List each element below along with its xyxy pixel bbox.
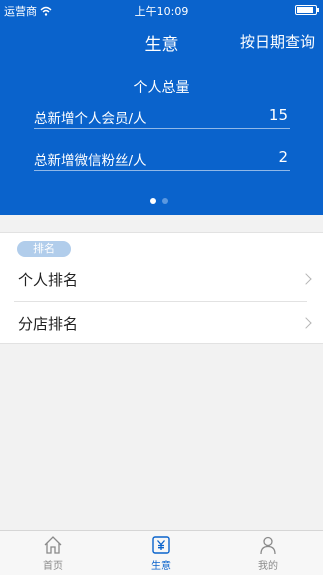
ranking-section: 排名 个人排名 分店排名 — [0, 232, 323, 344]
tab-label: 首页 — [43, 561, 63, 572]
page-dot-active[interactable] — [150, 198, 156, 204]
chevron-right-icon — [300, 273, 312, 285]
ranking-tag: 排名 — [17, 241, 71, 257]
home-icon — [44, 536, 62, 554]
tab-label: 我的 — [258, 561, 278, 572]
status-time: 上午10:09 — [134, 5, 189, 18]
list-item-label: 分店排名 — [18, 315, 79, 333]
summary-value: 15 — [268, 106, 288, 124]
summary-value: 2 — [278, 148, 288, 166]
tab-me[interactable]: 我的 — [238, 534, 298, 572]
summary-title: 个人总量 — [133, 80, 190, 96]
tab-bar: 首页 生意 我的 — [0, 530, 323, 575]
summary-label: 总新增个人会员/人 — [34, 111, 147, 127]
tab-home[interactable]: 首页 — [23, 534, 83, 572]
list-item-label: 个人排名 — [18, 271, 79, 289]
summary-row-members: 总新增个人会员/人 15 — [34, 106, 290, 129]
tab-label: 生意 — [151, 561, 171, 572]
person-icon — [260, 536, 276, 555]
yen-icon — [152, 536, 170, 554]
header-panel: 运营商 上午10:09 生意 按日期查询 个人总量 总新增个人会员/人 15 总… — [0, 0, 323, 215]
page-dot[interactable] — [162, 198, 168, 204]
divider — [14, 301, 307, 302]
summary-row-wechat-fans: 总新增微信粉丝/人 2 — [34, 148, 290, 171]
list-item-personal-ranking[interactable]: 个人排名 — [0, 259, 323, 301]
battery-icon — [295, 5, 319, 15]
page-indicator[interactable] — [150, 198, 168, 204]
list-item-branch-ranking[interactable]: 分店排名 — [0, 303, 323, 345]
tab-business[interactable]: 生意 — [131, 534, 191, 572]
query-by-date-button[interactable]: 按日期查询 — [240, 31, 315, 52]
status-bar: 运营商 上午10:09 — [0, 0, 323, 20]
summary-label: 总新增微信粉丝/人 — [34, 153, 147, 169]
chevron-right-icon — [300, 317, 312, 329]
